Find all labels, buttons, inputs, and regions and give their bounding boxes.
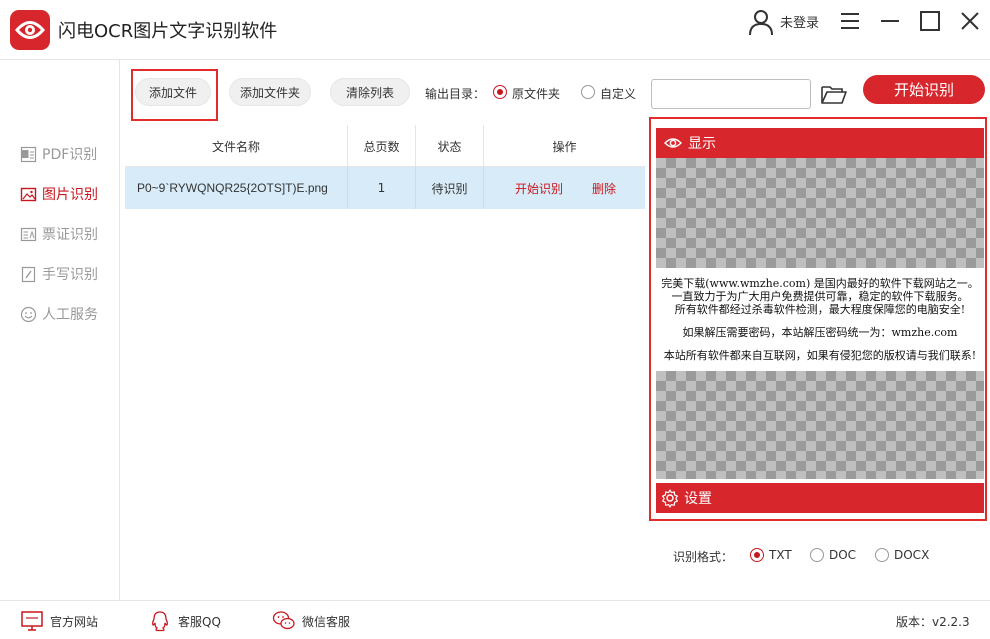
sidebar-item-label: PDF识别 bbox=[42, 147, 98, 163]
preview-text-line: 本站所有软件都来自互联网，如果有侵犯您的版权请与我们联系! bbox=[663, 349, 977, 362]
column-header-actions: 操作 bbox=[552, 139, 577, 154]
format-label: 识别格式： bbox=[673, 550, 734, 564]
folder-icon[interactable] bbox=[820, 83, 848, 105]
preview-text-line: 所有软件都经过杀毒软件检测，最大程度保障您的电脑安全! bbox=[674, 303, 966, 316]
row-start-link[interactable]: 开始识别 bbox=[515, 180, 563, 197]
start-recognition-button[interactable]: 开始识别 bbox=[863, 75, 985, 104]
eye-logo-icon bbox=[15, 21, 45, 39]
table-row[interactable]: P0~9`RYWQNQR25{2OTS]T)E.png 1 待识别 开始识别 删… bbox=[125, 167, 645, 209]
service-qq-link[interactable]: 客服QQ bbox=[148, 610, 221, 632]
column-header-filename: 文件名称 bbox=[125, 125, 348, 167]
footer: 官方网站 客服QQ 微信客服 版本：v2.2.3 bbox=[0, 600, 990, 639]
clear-list-button[interactable]: 清除列表 bbox=[330, 78, 410, 106]
preview-transparent-bottom bbox=[656, 371, 984, 479]
add-file-button[interactable]: 添加文件 bbox=[135, 78, 211, 106]
sidebar-item-manual-service[interactable]: 人工服务 bbox=[20, 304, 98, 324]
wechat-icon bbox=[272, 611, 295, 630]
maximize-icon[interactable] bbox=[918, 9, 942, 33]
preview-image-text: 完美下载(www.wmzhe.com) 是国内最好的软件下载网站之一。 一直致力… bbox=[656, 268, 984, 371]
row-delete-link[interactable]: 删除 bbox=[592, 180, 616, 197]
sidebar-item-pdf[interactable]: PDF识别 bbox=[20, 144, 97, 164]
format-doc-radio[interactable] bbox=[810, 548, 824, 562]
monitor-icon bbox=[21, 611, 43, 631]
image-icon bbox=[20, 187, 37, 201]
official-website-label: 官方网站 bbox=[50, 614, 99, 629]
file-table: 文件名称 总页数 状态 操作 P0~9`RYWQNQR25{2OTS]T)E.p… bbox=[125, 125, 645, 595]
preview-text-line: 完美下载(www.wmzhe.com) 是国内最好的软件下载网站之一。 bbox=[661, 277, 979, 290]
settings-header[interactable]: 设置 bbox=[656, 483, 984, 513]
column-header-status: 状态 bbox=[416, 125, 484, 167]
pdf-icon bbox=[20, 146, 37, 162]
close-icon[interactable] bbox=[958, 9, 982, 33]
app-logo bbox=[10, 10, 50, 50]
service-qq-label: 客服QQ bbox=[178, 614, 221, 629]
preview-transparent-top bbox=[656, 158, 984, 268]
sidebar-item-label: 手写识别 bbox=[42, 267, 98, 283]
preview-panel: 显示 完美下载(www.wmzhe.com) 是国内最好的软件下载网站之一。 一… bbox=[649, 117, 987, 521]
gear-icon bbox=[662, 489, 678, 508]
sidebar-item-handwriting[interactable]: 手写识别 bbox=[20, 264, 98, 284]
file-name-cell: P0~9`RYWQNQR25{2OTS]T)E.png bbox=[125, 167, 348, 209]
add-folder-button[interactable]: 添加文件夹 bbox=[229, 78, 311, 106]
title-bar: 闪电OCR图片文字识别软件 未登录 bbox=[0, 0, 990, 60]
app-title: 闪电OCR图片文字识别软件 bbox=[58, 21, 278, 42]
format-txt-label: TXT bbox=[769, 548, 792, 562]
preview-text-line: 如果解压需要密码，本站解压密码统一为：wmzhe.com bbox=[682, 326, 958, 339]
sidebar-item-label: 人工服务 bbox=[42, 307, 98, 323]
wechat-service-label: 微信客服 bbox=[302, 614, 351, 629]
format-doc-label: DOC bbox=[829, 548, 857, 562]
qq-icon bbox=[152, 611, 168, 632]
output-original-label: 原文件夹 bbox=[512, 87, 561, 101]
preview-header[interactable]: 显示 bbox=[656, 128, 984, 158]
preview-text-line: 一直致力于为广大用户免费提供可靠，稳定的软件下载服务。 bbox=[671, 290, 969, 303]
wechat-service-link[interactable]: 微信客服 bbox=[272, 610, 350, 632]
sidebar-item-label: 图片识别 bbox=[42, 187, 98, 203]
sidebar-item-ticket[interactable]: 票证识别 bbox=[20, 224, 98, 244]
menu-icon[interactable] bbox=[838, 9, 862, 33]
minimize-icon[interactable] bbox=[878, 9, 902, 33]
table-header: 文件名称 总页数 状态 操作 bbox=[125, 125, 645, 167]
output-custom-radio[interactable] bbox=[581, 85, 595, 99]
handwriting-icon bbox=[21, 266, 36, 282]
smile-icon bbox=[20, 306, 37, 322]
format-docx-label: DOCX bbox=[894, 548, 930, 562]
id-card-icon bbox=[20, 227, 37, 241]
output-custom-label: 自定义 bbox=[600, 87, 637, 101]
user-icon[interactable] bbox=[747, 8, 775, 36]
output-original-radio[interactable] bbox=[493, 85, 507, 99]
preview-header-label: 显示 bbox=[688, 136, 716, 152]
format-docx-radio[interactable] bbox=[875, 548, 889, 562]
status-cell: 待识别 bbox=[416, 167, 484, 209]
settings-header-label: 设置 bbox=[684, 491, 712, 507]
output-path-input[interactable] bbox=[651, 79, 811, 109]
eye-icon bbox=[664, 138, 682, 148]
format-txt-radio[interactable] bbox=[750, 548, 764, 562]
actions-cell: 开始识别 删除 bbox=[484, 167, 645, 209]
sidebar-item-image[interactable]: 图片识别 bbox=[20, 184, 98, 204]
sidebar: PDF识别 图片识别 票证识别 手写识别 人工服务 bbox=[0, 60, 120, 600]
version-label: 版本：v2.2.3 bbox=[896, 615, 970, 629]
login-link[interactable]: 未登录 bbox=[780, 12, 819, 31]
sidebar-item-label: 票证识别 bbox=[42, 227, 98, 243]
output-dir-label: 输出目录： bbox=[425, 87, 486, 101]
page-count-cell: 1 bbox=[348, 167, 416, 209]
column-header-pages: 总页数 bbox=[348, 125, 416, 167]
official-website-link[interactable]: 官方网站 bbox=[20, 610, 98, 632]
